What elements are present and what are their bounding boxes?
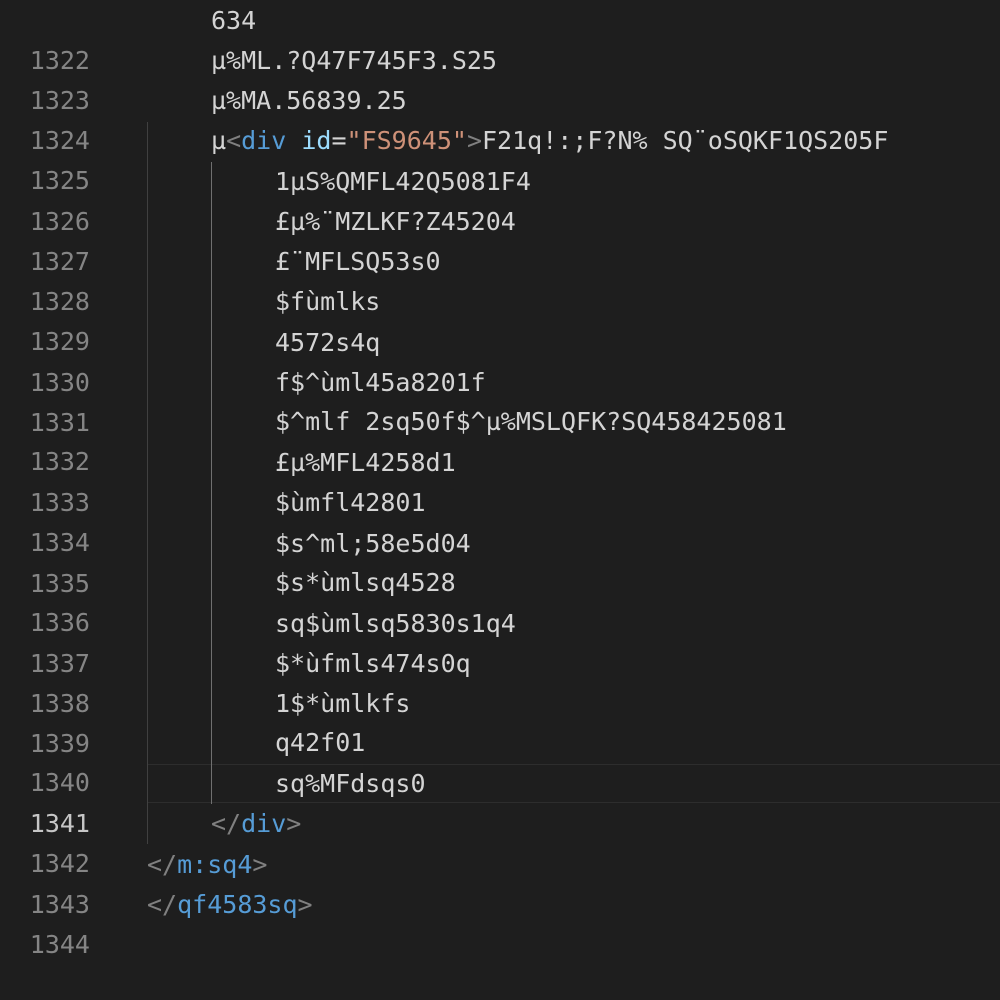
code-line[interactable]: 1331 f$^ùml45a8201f [0,363,1000,437]
line-text: $s^ml;58e5d04 [275,529,471,558]
line-text: sq$ùmlsq5830s1q4 [275,609,516,638]
code-line[interactable]: 1342 </div> [0,804,1000,878]
line-text: $ùmfl42801 [275,488,426,517]
attribute-name: id [301,126,332,155]
code-line[interactable]: 1326 1µS%QMFL42Q5081F4 [0,162,1000,236]
code-line[interactable]: 1324 µ%MA.56839.25 [0,81,1000,155]
line-text: µ<div id="FS9645">F21q!:;F?N% SQ¨oSQKF1Q… [211,121,888,161]
code-line[interactable]: 1339 1$*ùmlkfs [0,684,1000,758]
tag-close-bracket: > [297,890,313,919]
line-text: $s*ùmlsq4528 [275,568,456,597]
line-text: $*ùfmls474s0q [275,649,471,678]
line-prefix: µ [211,126,227,155]
code-line[interactable]: 1330 4572s4q [0,323,1000,397]
code-line[interactable]: 1344 </qf4583sq> [0,885,1000,959]
attribute-equals: = [331,126,347,155]
tag-close-open-bracket: </ [147,850,178,879]
line-text: sq%MFdsqs0 [275,769,426,798]
line-text: µ%ML.?Q47F745F3.S25 [211,46,497,75]
line-text: 4572s4q [275,328,381,357]
line-text: 1µS%QMFL42Q5081F4 [275,167,531,196]
line-text: 1$*ùmlkfs [275,689,411,718]
line-text: 634 [211,6,257,35]
code-line[interactable]: 1329 $fùmlks [0,282,1000,356]
line-text: $fùmlks [275,287,381,316]
code-line[interactable]: 1327 £µ%¨MZLKF?Z45204 [0,202,1000,276]
line-text: q42f01 [275,728,366,757]
code-line[interactable]: 1328 £¨MFLSQ53s0 [0,242,1000,316]
tag-close-open-bracket: </ [211,809,242,838]
code-editor[interactable]: 1322 634 1323 µ%ML.?Q47F745F3.S25 1324 µ… [0,0,1000,1000]
tag-close-open-bracket: </ [147,890,178,919]
code-line[interactable]: 1325 µ<div id="FS9645">F21q!:;F?N% SQ¨oS… [0,121,1000,195]
tag-close-bracket: > [252,850,268,879]
code-line[interactable]: 1340 q42f01 [0,723,1000,797]
tag-open-bracket: < [226,126,242,155]
code-line[interactable]: 1335 $s^ml;58e5d04 [0,524,1000,598]
code-line-current[interactable]: 1341 sq%MFdsqs0 [0,764,1000,838]
line-text: µ%MA.56839.25 [211,86,407,115]
attribute-value: "FS9645" [346,126,467,155]
code-line[interactable]: 1337 sq$ùmlsq5830s1q4 [0,604,1000,678]
line-number: 1344 [29,930,90,959]
code-line[interactable]: 1343 </m:sq4> [0,845,1000,919]
line-text: f$^ùml45a8201f [275,368,486,397]
code-line[interactable]: 1332 $^mlf 2sq50f$^µ%MSLQFK?SQ458425081 [0,402,1000,476]
code-line[interactable]: 1336 $s*ùmlsq4528 [0,563,1000,637]
tag-name: div [241,809,287,838]
tag-name: qf4583sq [177,890,298,919]
line-text: </div> [211,804,301,844]
code-line[interactable]: 1334 $ùmfl42801 [0,483,1000,557]
line-text: </m:sq4> [147,845,267,885]
code-line[interactable]: 1322 634 [0,1,1000,75]
tag-close-bracket: > [466,126,482,155]
line-suffix: F21q!:;F?N% SQ¨oSQKF1QS205F [482,126,889,155]
line-text: </qf4583sq> [147,885,313,925]
tag-name: m:sq4 [177,850,253,879]
tag-close-bracket: > [286,809,302,838]
line-text: £µ%¨MZLKF?Z45204 [275,207,516,236]
line-text: £µ%MFL4258d1 [275,448,456,477]
code-line[interactable]: 1338 $*ùfmls474s0q [0,644,1000,718]
code-line[interactable]: 1333 £µ%MFL4258d1 [0,443,1000,517]
code-line[interactable]: 1323 µ%ML.?Q47F745F3.S25 [0,41,1000,115]
line-text: £¨MFLSQ53s0 [275,247,441,276]
line-text: $^mlf 2sq50f$^µ%MSLQFK?SQ458425081 [275,407,787,436]
tag-name: div [241,126,287,155]
